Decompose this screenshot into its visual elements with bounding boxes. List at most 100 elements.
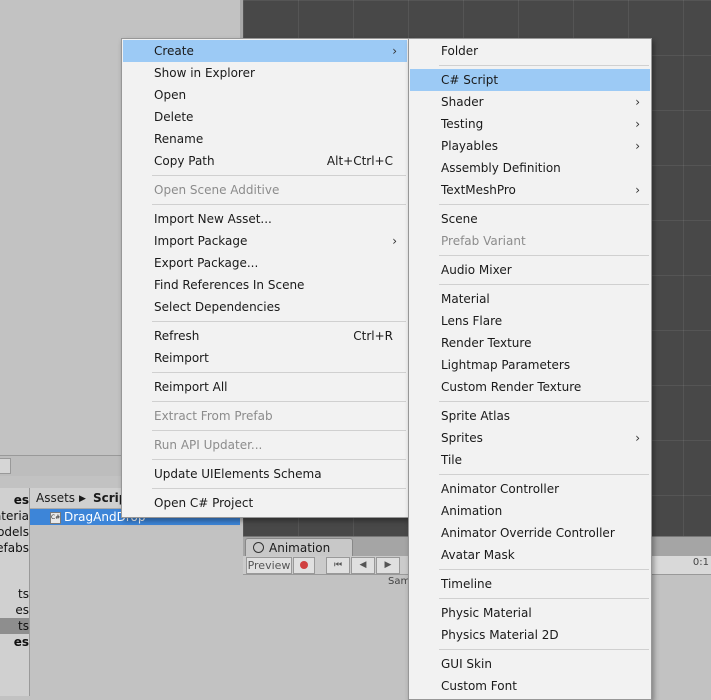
menu-item-create[interactable]: Create › — [123, 40, 407, 62]
menu-item-label: Open Scene Additive — [154, 183, 280, 197]
menu-item-label: Sprites — [441, 431, 483, 445]
menu-item-label: Lightmap Parameters — [441, 358, 571, 372]
menu-separator — [439, 65, 649, 66]
preview-button[interactable]: Preview — [246, 557, 292, 574]
menu-item-lens-flare[interactable]: Lens Flare — [410, 310, 650, 332]
menu-item-animator-controller[interactable]: Animator Controller — [410, 478, 650, 500]
record-icon — [300, 561, 308, 569]
project-tab[interactable] — [0, 458, 11, 474]
menu-item-sprite-atlas[interactable]: Sprite Atlas — [410, 405, 650, 427]
menu-item-custom-render-texture[interactable]: Custom Render Texture — [410, 376, 650, 398]
menu-item-open-scene-additive: Open Scene Additive — [123, 179, 407, 201]
menu-item-label: Custom Font — [441, 679, 517, 693]
tree-item[interactable]: es — [0, 492, 29, 508]
menu-item-import-new-asset[interactable]: Import New Asset... — [123, 208, 407, 230]
menu-item-label: Run API Updater... — [154, 438, 263, 452]
menu-item-timeline[interactable]: Timeline — [410, 573, 650, 595]
menu-item-lightmap-parameters[interactable]: Lightmap Parameters — [410, 354, 650, 376]
breadcrumb-separator-icon: ▶ — [79, 494, 86, 504]
menu-item-label: Create — [154, 44, 194, 58]
menu-item-physic-material[interactable]: Physic Material — [410, 602, 650, 624]
project-folder-tree: esateriaodelsefabstsestses — [0, 488, 30, 696]
menu-item-gui-skin[interactable]: GUI Skin — [410, 653, 650, 675]
menu-separator — [439, 284, 649, 285]
chevron-right-icon: › — [635, 95, 640, 109]
menu-item-shader[interactable]: Shader › — [410, 91, 650, 113]
menu-item-delete[interactable]: Delete — [123, 106, 407, 128]
menu-item-material[interactable]: Material — [410, 288, 650, 310]
menu-item-label: Open C# Project — [154, 496, 254, 510]
menu-item-folder[interactable]: Folder — [410, 40, 650, 62]
menu-item-label: Extract From Prefab — [154, 409, 273, 423]
menu-item-copy-path[interactable]: Copy Path Alt+Ctrl+C — [123, 150, 407, 172]
menu-item-label: Scene — [441, 212, 478, 226]
menu-item-select-dependencies[interactable]: Select Dependencies — [123, 296, 407, 318]
menu-item-label: Select Dependencies — [154, 300, 281, 314]
tab-animation[interactable]: Animation — [245, 538, 353, 557]
play-button[interactable]: ▶ — [376, 557, 400, 574]
menu-item-label: Delete — [154, 110, 194, 124]
menu-item-label: Import Package — [154, 234, 248, 248]
menu-separator — [152, 401, 406, 402]
menu-item-show-in-explorer[interactable]: Show in Explorer — [123, 62, 407, 84]
menu-item-scene[interactable]: Scene — [410, 208, 650, 230]
tree-item[interactable]: odels — [0, 524, 29, 540]
menu-item-label: Material — [441, 292, 490, 306]
menu-item-physics-material-2d[interactable]: Physics Material 2D — [410, 624, 650, 646]
menu-item-textmeshpro[interactable]: TextMeshPro › — [410, 179, 650, 201]
menu-item-c-script[interactable]: C# Script — [410, 69, 650, 91]
menu-item-testing[interactable]: Testing › — [410, 113, 650, 135]
menu-separator — [152, 175, 406, 176]
menu-item-playables[interactable]: Playables › — [410, 135, 650, 157]
menu-item-assembly-definition[interactable]: Assembly Definition — [410, 157, 650, 179]
menu-item-shortcut: Alt+Ctrl+C — [326, 154, 393, 168]
tree-item[interactable]: es — [0, 634, 29, 650]
menu-item-open-c-project[interactable]: Open C# Project — [123, 492, 407, 514]
menu-item-label: Playables — [441, 139, 498, 153]
menu-item-run-api-updater: Run API Updater... — [123, 434, 407, 456]
menu-item-avatar-mask[interactable]: Avatar Mask — [410, 544, 650, 566]
record-button[interactable] — [293, 557, 315, 574]
tree-item[interactable]: efabs — [0, 540, 29, 556]
menu-separator — [152, 430, 406, 431]
tree-item[interactable]: ateria — [0, 508, 29, 524]
menu-item-animation[interactable]: Animation — [410, 500, 650, 522]
csharp-script-icon: C# — [50, 512, 61, 524]
tree-item[interactable]: ts — [0, 618, 29, 634]
menu-item-import-package[interactable]: Import Package › — [123, 230, 407, 252]
menu-item-label: Timeline — [441, 577, 493, 591]
menu-item-extract-from-prefab: Extract From Prefab — [123, 405, 407, 427]
menu-item-render-texture[interactable]: Render Texture — [410, 332, 650, 354]
menu-item-label: Open — [154, 88, 187, 102]
menu-item-custom-font[interactable]: Custom Font — [410, 675, 650, 697]
menu-item-rename[interactable]: Rename — [123, 128, 407, 150]
tree-item[interactable]: es — [0, 602, 29, 618]
tab-animation-label: Animation — [269, 541, 331, 555]
menu-item-find-references-in-scene[interactable]: Find References In Scene — [123, 274, 407, 296]
first-key-button[interactable]: ⏮ — [326, 557, 350, 574]
menu-item-export-package[interactable]: Export Package... — [123, 252, 407, 274]
menu-item-refresh[interactable]: Refresh Ctrl+R — [123, 325, 407, 347]
menu-item-label: Sprite Atlas — [441, 409, 511, 423]
menu-item-tile[interactable]: Tile — [410, 449, 650, 471]
menu-item-label: Reimport All — [154, 380, 228, 394]
menu-item-label: Reimport — [154, 351, 209, 365]
menu-separator — [439, 569, 649, 570]
menu-item-audio-mixer[interactable]: Audio Mixer — [410, 259, 650, 281]
menu-item-open[interactable]: Open — [123, 84, 407, 106]
menu-item-animator-override-controller[interactable]: Animator Override Controller — [410, 522, 650, 544]
menu-item-label: Rename — [154, 132, 204, 146]
menu-item-update-uielements-schema[interactable]: Update UIElements Schema — [123, 463, 407, 485]
chevron-right-icon: › — [635, 117, 640, 131]
menu-item-reimport-all[interactable]: Reimport All — [123, 376, 407, 398]
create-submenu: Folder C# Script Shader › Testing › Playables ›… — [408, 38, 652, 700]
menu-item-label: Animator Controller — [441, 482, 560, 496]
tree-item[interactable]: ts — [0, 586, 29, 602]
prev-key-button[interactable]: ◀︎ — [351, 557, 375, 574]
chevron-right-icon: › — [635, 183, 640, 197]
context-menu: Create › Show in Explorer Open Delete Rename C… — [121, 38, 409, 518]
breadcrumb-root[interactable]: Assets — [36, 491, 75, 505]
timeline-ruler[interactable]: 0:1 — [650, 556, 711, 574]
menu-item-reimport[interactable]: Reimport — [123, 347, 407, 369]
menu-item-sprites[interactable]: Sprites › — [410, 427, 650, 449]
